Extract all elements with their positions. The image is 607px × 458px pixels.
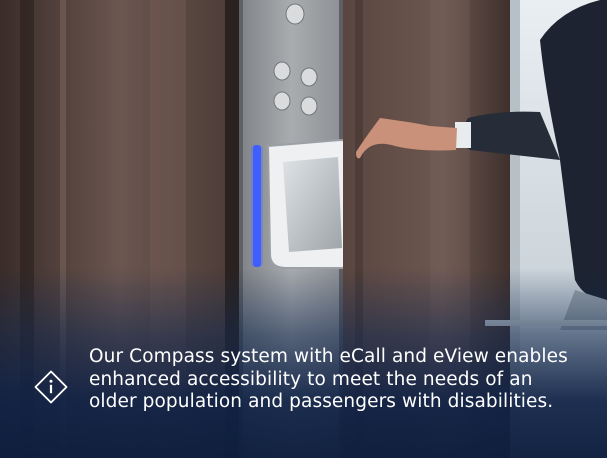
elevator-accessibility-slide: Our Compass system with eCall and eView … [0,0,607,458]
caption-line-1: Our Compass system with eCall and eView … [89,346,568,367]
caption-line-3: older population and passengers with dis… [89,391,554,412]
info-diamond-icon [34,370,68,404]
caption-text: Our Compass system with eCall and eView … [89,346,589,414]
caption-line-2: enhanced accessibility to meet the needs… [89,368,533,390]
